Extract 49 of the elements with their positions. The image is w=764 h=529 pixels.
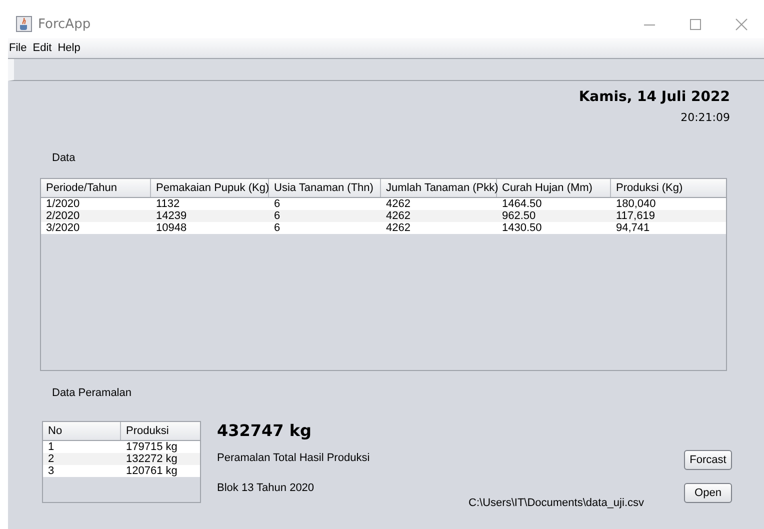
table-cell-text: 132272 kg: [125, 453, 178, 465]
section-label: Data: [52, 152, 76, 164]
column-header[interactable]: Produksi: [121, 422, 200, 440]
forecast-button[interactable]: Forcast: [684, 450, 732, 470]
menu-item[interactable]: File: [8, 42, 28, 54]
open-button[interactable]: Open: [684, 483, 732, 503]
total-caption: Peramalan Total Hasil Produksi: [217, 452, 370, 464]
date-label: Kamis, 14 Juli 2022: [578, 89, 731, 105]
table-cell-text: 3/2020: [45, 222, 81, 234]
table-cell-text: 10948: [155, 222, 188, 234]
table-cell-text: 1430.50: [501, 222, 543, 234]
table-cell-text: 180,040: [615, 198, 657, 210]
coffee-cup-icon: [16, 16, 32, 32]
table-cell-text: 4262: [385, 222, 412, 234]
block-label: Blok 13 Tahun 2020: [217, 482, 314, 494]
maximize-icon[interactable]: [688, 16, 702, 32]
table-cell-text: 3: [47, 465, 56, 477]
table-cell-text: 6: [273, 198, 282, 210]
close-icon[interactable]: [734, 16, 748, 32]
table-cell-text: 1/2020: [45, 198, 81, 210]
table-cell-text: 94,741: [615, 222, 651, 234]
column-header[interactable]: No: [43, 422, 121, 440]
time-label: 20:21:09: [680, 111, 731, 124]
column-header[interactable]: Periode/Tahun: [41, 179, 151, 197]
table-cell-text: 1464.50: [501, 198, 543, 210]
table-cell-text: 4262: [385, 198, 412, 210]
column-header[interactable]: Produksi (Kg): [611, 179, 724, 197]
menu-item[interactable]: Help: [56, 42, 82, 54]
file-path: C:\Users\IT\Documents\data_uji.csv: [468, 497, 644, 509]
table-cell-text: 117,619: [615, 210, 656, 222]
table-cell-text: 1132: [155, 198, 181, 210]
table-cell-text: 6: [273, 210, 282, 222]
table-cell-text: 4262: [385, 210, 412, 222]
section-label: Data Peramalan: [52, 387, 132, 399]
window-title: ForcApp: [38, 16, 91, 32]
table-cell-text: 120761 kg: [125, 465, 178, 477]
table-cell-text: 6: [273, 222, 282, 234]
column-header[interactable]: Pemakaian Pupuk (Kg): [151, 179, 269, 197]
table-cell-text: 2/2020: [45, 210, 81, 222]
column-header[interactable]: Jumlah Tanaman (Pkk): [381, 179, 497, 197]
table-cell-text: 962.50: [501, 210, 537, 222]
total-value: 432747 kg: [217, 421, 312, 440]
menu-item[interactable]: Edit: [32, 42, 53, 54]
table-cell-text: 179715 kg: [125, 441, 178, 453]
table-cell-text: 14239: [155, 210, 188, 222]
table-cell-text: 2: [47, 453, 56, 465]
column-header[interactable]: Usia Tanaman (Thn): [269, 179, 381, 197]
column-header[interactable]: Curah Hujan (Mm): [497, 179, 611, 197]
table-cell-text: 1: [47, 441, 56, 453]
